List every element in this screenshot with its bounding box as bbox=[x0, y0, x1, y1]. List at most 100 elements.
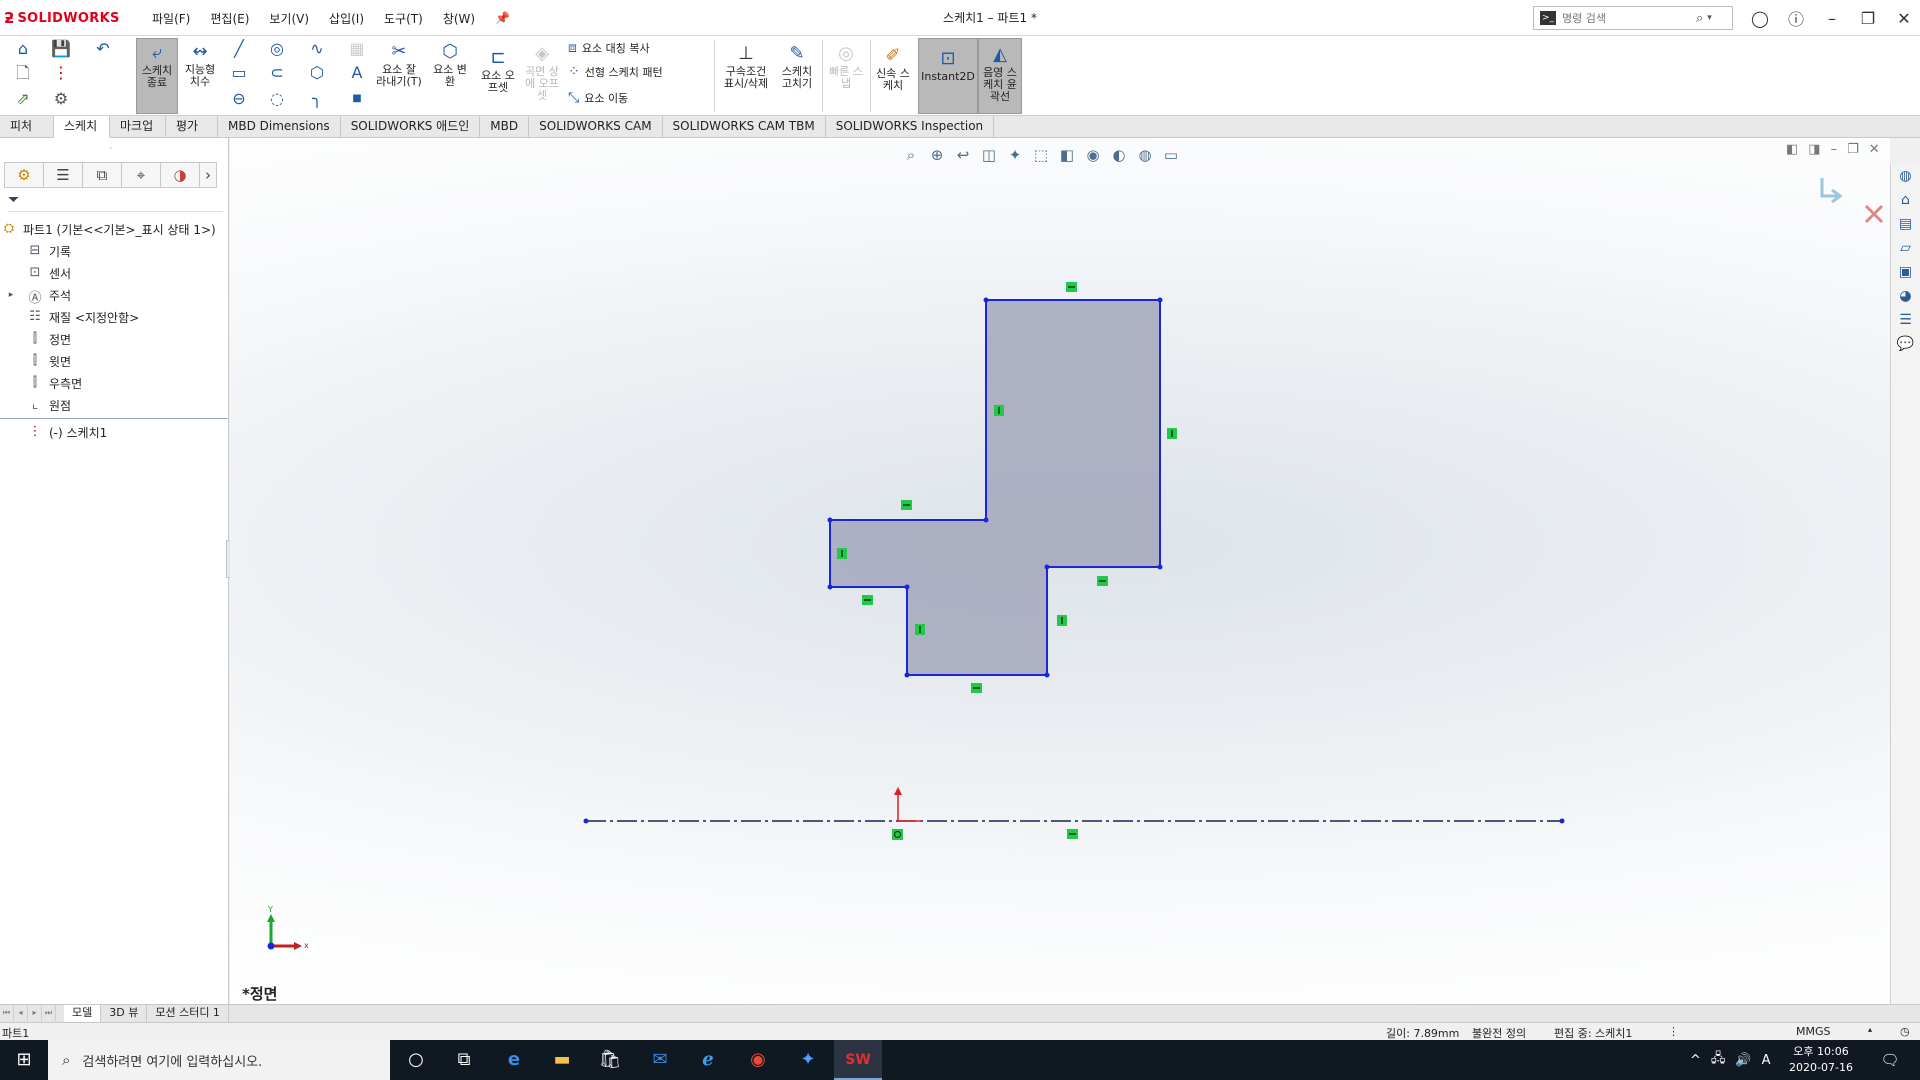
undo-icon[interactable]: ↶ bbox=[92, 38, 114, 60]
centerline-endpoint[interactable] bbox=[1559, 818, 1565, 824]
vertical-relation-icon[interactable] bbox=[915, 624, 925, 635]
arc-icon[interactable]: ◌ bbox=[266, 88, 288, 110]
chevron-up-icon[interactable]: ^ bbox=[1690, 1053, 1701, 1068]
menu-window[interactable]: 창(W) bbox=[433, 10, 485, 27]
network-icon[interactable]: 🖧 bbox=[1711, 1049, 1726, 1071]
vertical-relation-icon[interactable] bbox=[1057, 615, 1067, 626]
offset-on-surface-button[interactable]: ◈ 곡면 상 에 오프 셋 bbox=[522, 38, 562, 114]
sketch-point[interactable] bbox=[1157, 297, 1163, 303]
tree-item-sensors[interactable]: ⊡ 센서 bbox=[0, 262, 228, 284]
taskbar-search-box[interactable]: ⌕ 검색하려면 여기에 입력하십시오. bbox=[48, 1040, 390, 1080]
unit-system-selector[interactable]: MMGS bbox=[1796, 1025, 1831, 1038]
tab-solidworks-cam[interactable]: SOLIDWORKS CAM bbox=[529, 116, 663, 138]
horizontal-relation-icon[interactable] bbox=[862, 595, 873, 605]
display-delete-relations-button[interactable]: ⊥ 구속조건 표시/삭제 bbox=[720, 38, 772, 114]
menu-file[interactable]: 파일(F) bbox=[142, 10, 200, 27]
linear-sketch-pattern-button[interactable]: ⁘ 선형 스케치 패턴 bbox=[568, 64, 663, 80]
cancel-sketch-icon[interactable] bbox=[1864, 204, 1884, 224]
custom-properties-icon[interactable]: ☰ bbox=[1893, 308, 1919, 332]
tree-root-part[interactable]: ⛭ 파트1 (기본<<기본>_표시 상태 1>) bbox=[0, 218, 228, 240]
sketch-point[interactable] bbox=[1044, 672, 1050, 678]
horizontal-relation-icon[interactable] bbox=[1097, 576, 1108, 586]
windows-start-icon[interactable]: ⊞ bbox=[0, 1040, 48, 1080]
tab-mbd-dimensions[interactable]: MBD Dimensions bbox=[218, 116, 341, 138]
sketch-canvas[interactable]: Y x bbox=[230, 138, 1890, 1004]
options-gear-icon[interactable]: ⚙ bbox=[50, 88, 72, 110]
new-document-icon[interactable]: 🗋 bbox=[12, 62, 34, 84]
forum-icon[interactable]: 💬 bbox=[1893, 332, 1919, 356]
slot-icon[interactable]: ⊂ bbox=[266, 62, 288, 84]
polygon-icon[interactable]: ⬡ bbox=[306, 62, 328, 84]
chevron-down-icon[interactable]: ▾ bbox=[1707, 13, 1712, 23]
exit-sketch-button[interactable]: ⤶ 스케치 종료 bbox=[136, 38, 178, 114]
file-explorer-icon[interactable]: ▬ bbox=[538, 1040, 586, 1080]
vertical-relation-icon[interactable] bbox=[1167, 428, 1177, 439]
menu-insert[interactable]: 삽입(I) bbox=[319, 10, 374, 27]
confirmation-corner[interactable] bbox=[1820, 178, 1884, 224]
horizontal-relation-icon[interactable] bbox=[1066, 282, 1077, 292]
text-icon[interactable]: A bbox=[346, 62, 368, 84]
rollback-bar[interactable] bbox=[0, 418, 228, 419]
fillet-icon[interactable]: ╮ bbox=[306, 88, 328, 110]
internet-explorer-icon[interactable]: ℯ bbox=[684, 1040, 732, 1080]
menu-tools[interactable]: 도구(T) bbox=[374, 10, 433, 27]
repair-sketch-button[interactable]: ✎ 스케치 고치기 bbox=[776, 38, 818, 114]
mail-icon[interactable]: ✉ bbox=[636, 1040, 684, 1080]
solidworks-resources-icon[interactable]: ◍ bbox=[1893, 164, 1919, 188]
tree-item-origin[interactable]: ⌞ 원점 bbox=[0, 394, 228, 416]
tree-item-history[interactable]: ⊟ 기록 bbox=[0, 240, 228, 262]
last-tab-icon[interactable]: ⏭ bbox=[42, 1005, 56, 1021]
rectangle-icon[interactable]: ▭ bbox=[228, 62, 250, 84]
quick-snaps-button[interactable]: ◎ 빠른 스 냅 bbox=[826, 38, 866, 114]
configuration-manager-icon[interactable]: ⧉ bbox=[82, 162, 122, 188]
sketch-point[interactable] bbox=[1157, 564, 1163, 570]
tree-item-top-plane[interactable]: ⫿ 윗면 bbox=[0, 350, 228, 372]
status-help-icon[interactable]: ◷ bbox=[1900, 1025, 1910, 1038]
pin-icon[interactable]: 📌 bbox=[485, 11, 520, 25]
panel-grip-icon[interactable]: ◦ bbox=[108, 144, 113, 153]
first-tab-icon[interactable]: ⏮ bbox=[0, 1005, 14, 1021]
command-search-input[interactable] bbox=[1562, 11, 1692, 25]
centerline-endpoint[interactable] bbox=[583, 818, 589, 824]
sketch-point[interactable] bbox=[827, 584, 833, 590]
microsoft-store-icon[interactable]: 🛍 bbox=[586, 1040, 634, 1080]
home-tab-icon[interactable]: ⌂ bbox=[1893, 188, 1919, 212]
convert-entities-button[interactable]: ⬡ 요소 변 환 bbox=[428, 38, 472, 114]
rapid-sketch-button[interactable]: ✐ 신속 스 케치 bbox=[872, 38, 914, 114]
offset-entities-button[interactable]: ⊏ 요소 오 프셋 bbox=[476, 38, 520, 114]
tree-item-right-plane[interactable]: ⫿ 우측면 bbox=[0, 372, 228, 394]
prev-tab-icon[interactable]: ◂ bbox=[14, 1005, 28, 1021]
tab-features[interactable]: 피처 bbox=[0, 116, 54, 138]
save-icon[interactable]: 💾 bbox=[50, 38, 72, 60]
file-explorer-icon[interactable]: ▱ bbox=[1893, 236, 1919, 260]
app-icon[interactable]: ✦ bbox=[784, 1040, 832, 1080]
appearances-icon[interactable]: ◕ bbox=[1893, 284, 1919, 308]
sketch-point[interactable] bbox=[904, 672, 910, 678]
coincident-relation-icon[interactable] bbox=[892, 829, 903, 840]
horizontal-relation-icon[interactable] bbox=[1067, 829, 1078, 839]
next-tab-icon[interactable]: ▸ bbox=[28, 1005, 42, 1021]
sketch-point[interactable] bbox=[983, 297, 989, 303]
plane-icon[interactable]: ▦ bbox=[346, 38, 368, 60]
volume-icon[interactable]: 🔊 bbox=[1735, 1053, 1751, 1068]
sketch-point[interactable] bbox=[827, 517, 833, 523]
smart-dimension-button[interactable]: ↭ 지능형 치수 bbox=[180, 38, 220, 114]
task-view-icon[interactable]: ⧉ bbox=[440, 1040, 488, 1080]
vertical-relation-icon[interactable] bbox=[994, 405, 1004, 416]
select-icon[interactable]: ⇗ bbox=[12, 88, 34, 110]
horizontal-relation-icon[interactable] bbox=[971, 683, 982, 693]
sketch-point[interactable] bbox=[904, 584, 910, 590]
design-library-icon[interactable]: ▤ bbox=[1893, 212, 1919, 236]
view-palette-icon[interactable]: ▣ bbox=[1893, 260, 1919, 284]
display-manager-icon[interactable]: ◑ bbox=[160, 162, 200, 188]
traffic-light-icon[interactable]: ⋮ bbox=[50, 62, 72, 84]
edge-browser-icon[interactable]: e bbox=[490, 1040, 538, 1080]
solidworks-logo[interactable]: ƻ SOLIDWORKS bbox=[4, 6, 120, 30]
tab-model[interactable]: 모델 bbox=[64, 1005, 102, 1022]
sketch-profile[interactable] bbox=[829, 299, 1161, 676]
dimxpert-manager-icon[interactable]: ⌖ bbox=[121, 162, 161, 188]
tree-item-sketch1[interactable]: ⋮ (-) 스케치1 bbox=[0, 421, 228, 443]
chrome-icon[interactable]: ◉ bbox=[734, 1040, 782, 1080]
rebuild-indicator-icon[interactable]: ⋮ bbox=[1668, 1025, 1679, 1038]
tree-item-material[interactable]: ☷ 재질 <지정안함> bbox=[0, 306, 228, 328]
